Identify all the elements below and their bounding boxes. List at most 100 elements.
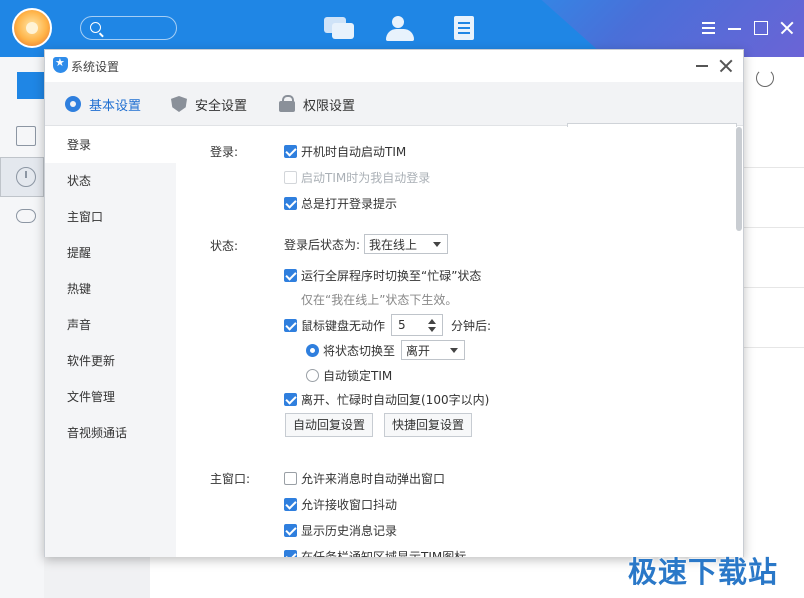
- tab-basic-settings[interactable]: 基本设置: [65, 95, 142, 114]
- after-login-label: 登录后状态为:: [284, 237, 361, 252]
- clock-icon[interactable]: [16, 167, 36, 187]
- checkbox[interactable]: [284, 524, 297, 537]
- switch-status-select[interactable]: 离开: [401, 340, 466, 360]
- option-label: 将状态切换至: [323, 343, 396, 358]
- option-window-shake[interactable]: 允许接收窗口抖动: [284, 496, 397, 513]
- select-value: 我在线上: [369, 237, 418, 252]
- nav-item-status[interactable]: 状态: [45, 163, 176, 199]
- settings-nav: 登录 状态 主窗口 提醒 热键 声音 软件更新 文件管理 音视频通话: [45, 127, 176, 557]
- shield-icon: [171, 96, 187, 112]
- tab-security-settings[interactable]: 安全设置: [171, 95, 247, 114]
- option-idle[interactable]: 鼠标键盘无动作 5 分钟后:: [284, 314, 491, 336]
- idle-minutes-stepper[interactable]: 5: [391, 314, 444, 336]
- tab-label: 权限设置: [303, 98, 356, 114]
- radio[interactable]: [306, 369, 319, 382]
- checkbox[interactable]: [284, 393, 297, 406]
- search-icon: [90, 22, 101, 33]
- messages-icon[interactable]: [324, 14, 354, 42]
- checkbox[interactable]: [284, 269, 297, 282]
- maximize-button[interactable]: [752, 19, 770, 37]
- option-fullscreen-busy[interactable]: 运行全屏程序时切换至“忙碌”状态: [284, 267, 481, 284]
- option-label: 启动TIM时为我自动登录: [301, 171, 431, 185]
- option-tray-icon[interactable]: 在任务栏通知区域显示TIM图标: [284, 548, 466, 557]
- chevron-down-icon[interactable]: [428, 327, 437, 332]
- settings-tabs: 基本设置 安全设置 权限设置: [45, 82, 743, 147]
- main-sidebar: [0, 57, 44, 598]
- nav-item-main-window[interactable]: 主窗口: [45, 199, 176, 235]
- after-login-select[interactable]: 我在线上: [364, 234, 449, 254]
- nav-item-hotkeys[interactable]: 热键: [45, 271, 176, 307]
- checkbox[interactable]: [284, 472, 297, 485]
- tab-label: 基本设置: [89, 98, 142, 114]
- option-show-login-tip[interactable]: 总是打开登录提示: [284, 195, 397, 212]
- dialog-close-button[interactable]: [719, 58, 733, 72]
- dialog-title: 系统设置: [71, 60, 120, 74]
- divider: [744, 347, 804, 348]
- option-label: 显示历史消息记录: [301, 524, 398, 538]
- main-left-footer: [44, 556, 150, 598]
- auto-reply-settings-button[interactable]: 自动回复设置: [285, 413, 374, 437]
- nav-item-av-call[interactable]: 音视频通话: [45, 415, 176, 451]
- nav-item-login[interactable]: 登录: [45, 127, 176, 163]
- option-label: 鼠标键盘无动作: [301, 318, 386, 333]
- stepper-value: 5: [398, 318, 406, 332]
- documents-icon[interactable]: [452, 14, 482, 42]
- option-label: 开机时自动启动TIM: [301, 145, 407, 159]
- watermark: 极速下载站: [628, 555, 779, 589]
- option-auto-start[interactable]: 开机时自动启动TIM: [284, 143, 406, 160]
- section-label-main-window: 主窗口:: [210, 472, 251, 486]
- option-label: 运行全屏程序时切换至“忙碌”状态: [301, 269, 482, 283]
- refresh-icon[interactable]: [756, 69, 774, 87]
- gear-icon: [65, 96, 81, 112]
- close-button[interactable]: [778, 19, 796, 37]
- settings-dialog: 系统设置 基本设置 安全设置 权限设置 登录 状态 主窗口 提醒 热键 声音 软…: [44, 49, 744, 557]
- chevron-down-icon: [433, 242, 442, 247]
- nav-item-sound[interactable]: 声音: [45, 307, 176, 343]
- contacts-icon[interactable]: [386, 14, 416, 42]
- radio[interactable]: [306, 343, 319, 357]
- checkbox[interactable]: [284, 550, 297, 557]
- option-label: 允许来消息时自动弹出窗口: [301, 472, 446, 486]
- scrollbar-thumb[interactable]: [736, 127, 742, 231]
- menu-icon[interactable]: [700, 19, 718, 37]
- minimize-button[interactable]: [726, 19, 744, 37]
- checkbox[interactable]: [284, 498, 297, 511]
- divider: [744, 287, 804, 288]
- divider: [744, 227, 804, 228]
- settings-scrollbar[interactable]: [735, 127, 743, 557]
- checkbox[interactable]: [284, 145, 297, 158]
- avatar[interactable]: [12, 8, 52, 48]
- notes-icon[interactable]: [16, 126, 36, 146]
- option-switch-status[interactable]: 将状态切换至 离开: [306, 340, 466, 360]
- after-login-status: 登录后状态为: 我在线上: [284, 234, 449, 254]
- main-search-box[interactable]: [80, 16, 177, 40]
- chevron-up-icon[interactable]: [428, 319, 437, 324]
- section-label-login: 登录:: [210, 145, 239, 159]
- option-label: 自动锁定TIM: [323, 369, 393, 383]
- option-auto-login: 启动TIM时为我自动登录: [284, 169, 430, 186]
- section-label-status: 状态:: [210, 239, 239, 253]
- option-label: 允许接收窗口抖动: [301, 498, 398, 512]
- tim-logo-icon: [53, 56, 68, 73]
- tab-permission-settings[interactable]: 权限设置: [279, 95, 356, 114]
- option-auto-lock[interactable]: 自动锁定TIM: [306, 367, 392, 384]
- nav-item-update[interactable]: 软件更新: [45, 343, 176, 379]
- option-show-history[interactable]: 显示历史消息记录: [284, 522, 397, 539]
- nav-item-reminder[interactable]: 提醒: [45, 235, 176, 271]
- quick-reply-settings-button[interactable]: 快捷回复设置: [384, 413, 473, 437]
- select-value: 离开: [406, 343, 431, 358]
- main-right-panel: [744, 57, 804, 598]
- sidebar-accent: [17, 72, 44, 99]
- option-auto-reply[interactable]: 离开、忙碌时自动回复(100字以内): [284, 391, 489, 408]
- checkbox[interactable]: [284, 197, 297, 210]
- dialog-titlebar: 系统设置: [45, 50, 743, 82]
- option-label: 在任务栏通知区域显示TIM图标: [301, 550, 467, 557]
- idle-suffix: 分钟后:: [451, 318, 492, 333]
- nav-item-file-management[interactable]: 文件管理: [45, 379, 176, 415]
- option-popup-on-message[interactable]: 允许来消息时自动弹出窗口: [284, 470, 445, 487]
- settings-content: 登录: 开机时自动启动TIM 启动TIM时为我自动登录 总是打开登录提示 状态:…: [176, 127, 743, 557]
- dialog-minimize-button[interactable]: [696, 65, 708, 67]
- checkbox[interactable]: [284, 318, 297, 332]
- fullscreen-hint: 仅在“我在线上”状态下生效。: [301, 293, 458, 307]
- cloud-icon[interactable]: [16, 209, 36, 223]
